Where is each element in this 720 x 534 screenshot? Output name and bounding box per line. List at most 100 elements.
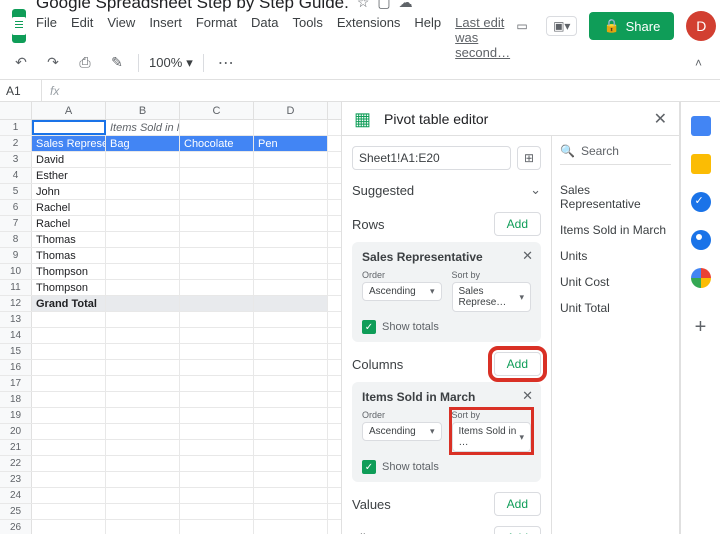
meet-button[interactable]: ▣▾ [546, 16, 577, 36]
cell[interactable] [180, 344, 254, 359]
cell[interactable] [106, 408, 180, 423]
cell[interactable]: David [32, 152, 106, 167]
row-header[interactable]: 17 [0, 376, 32, 391]
cell[interactable] [254, 152, 328, 167]
rows-order-select[interactable]: Ascending▾ [362, 282, 442, 301]
cell[interactable] [180, 152, 254, 167]
row-header[interactable]: 21 [0, 440, 32, 455]
add-filters-button[interactable]: Add [494, 526, 541, 534]
cell[interactable]: Rachel [32, 216, 106, 231]
field-item[interactable]: Items Sold in March [560, 217, 671, 243]
collapse-toolbar-icon[interactable]: ˄ [695, 56, 702, 70]
menu-tools[interactable]: Tools [292, 15, 322, 60]
cell[interactable] [106, 440, 180, 455]
cell[interactable] [254, 488, 328, 503]
cell[interactable] [106, 456, 180, 471]
cell[interactable]: Pen [254, 136, 328, 151]
cell[interactable] [254, 408, 328, 423]
comments-icon[interactable]: ▭ [510, 14, 534, 38]
account-avatar[interactable]: D [686, 11, 716, 41]
print-icon[interactable]: ⎙ [74, 52, 96, 74]
rows-sortby-select[interactable]: Sales Represe…▾ [452, 282, 532, 312]
show-totals-checkbox[interactable]: ✓ [362, 320, 376, 334]
cell[interactable] [180, 408, 254, 423]
remove-field-icon[interactable]: ✕ [522, 388, 533, 404]
add-columns-button[interactable]: Add [494, 352, 541, 376]
columns-sortby-select[interactable]: Items Sold in …▾ [452, 422, 532, 452]
cloud-icon[interactable]: ☁ [399, 0, 413, 11]
row-header[interactable]: 20 [0, 424, 32, 439]
cell[interactable] [180, 376, 254, 391]
menu-help[interactable]: Help [414, 15, 441, 60]
cell[interactable] [180, 360, 254, 375]
menu-insert[interactable]: Insert [149, 15, 182, 60]
cell[interactable] [32, 488, 106, 503]
tasks-icon[interactable] [691, 192, 711, 212]
cell[interactable] [32, 504, 106, 519]
cell[interactable] [180, 248, 254, 263]
cell[interactable] [254, 424, 328, 439]
toolbar-more-icon[interactable]: ⋯ [218, 53, 234, 73]
cell[interactable] [254, 120, 328, 135]
row-header[interactable]: 16 [0, 360, 32, 375]
cell[interactable] [180, 216, 254, 231]
row-header[interactable]: 4 [0, 168, 32, 183]
cell[interactable] [106, 504, 180, 519]
cell[interactable] [32, 408, 106, 423]
menu-data[interactable]: Data [251, 15, 278, 60]
cell[interactable] [106, 424, 180, 439]
move-icon[interactable]: ▢ [377, 0, 390, 11]
row-header[interactable]: 7 [0, 216, 32, 231]
row-header[interactable]: 8 [0, 232, 32, 247]
row-header[interactable]: 26 [0, 520, 32, 534]
cell[interactable] [180, 296, 254, 311]
data-range-input[interactable]: Sheet1!A1:E20 [352, 146, 511, 170]
row-header[interactable]: 9 [0, 248, 32, 263]
cell[interactable] [254, 376, 328, 391]
row-header[interactable]: 14 [0, 328, 32, 343]
cell[interactable] [32, 520, 106, 534]
redo-icon[interactable]: ↷ [42, 52, 64, 74]
field-item[interactable]: Unit Cost [560, 269, 671, 295]
cell[interactable]: Sales Representa [32, 136, 106, 151]
contacts-icon[interactable] [691, 230, 711, 250]
cell[interactable] [180, 312, 254, 327]
field-item[interactable]: Units [560, 243, 671, 269]
cell[interactable] [32, 456, 106, 471]
calendar-icon[interactable] [691, 116, 711, 136]
cell[interactable] [254, 392, 328, 407]
cell[interactable] [32, 392, 106, 407]
keep-icon[interactable] [691, 154, 711, 174]
cell[interactable] [106, 232, 180, 247]
cell[interactable] [106, 392, 180, 407]
star-icon[interactable]: ☆ [357, 0, 370, 11]
cell[interactable] [106, 248, 180, 263]
cell[interactable] [106, 520, 180, 534]
row-header[interactable]: 15 [0, 344, 32, 359]
cell[interactable] [106, 168, 180, 183]
cell[interactable]: Thompson [32, 280, 106, 295]
cell[interactable] [254, 264, 328, 279]
cell[interactable]: Bag [106, 136, 180, 151]
row-header[interactable]: 23 [0, 472, 32, 487]
row-header[interactable]: 24 [0, 488, 32, 503]
col-header[interactable]: A [32, 102, 106, 119]
cell[interactable] [254, 168, 328, 183]
cell[interactable] [180, 264, 254, 279]
cell[interactable]: Esther [32, 168, 106, 183]
cell[interactable] [106, 152, 180, 167]
cell[interactable] [32, 472, 106, 487]
remove-field-icon[interactable]: ✕ [522, 248, 533, 264]
cell[interactable] [106, 472, 180, 487]
cell[interactable] [180, 440, 254, 455]
cell[interactable]: Thomas [32, 248, 106, 263]
zoom-select[interactable]: 100%▾ [149, 55, 193, 71]
cell[interactable] [180, 280, 254, 295]
maps-icon[interactable] [691, 268, 711, 288]
show-totals-checkbox[interactable]: ✓ [362, 460, 376, 474]
columns-order-select[interactable]: Ascending▾ [362, 422, 442, 441]
cell[interactable]: Chocolate [180, 136, 254, 151]
cell[interactable] [254, 520, 328, 534]
cell[interactable] [32, 360, 106, 375]
cell[interactable] [254, 472, 328, 487]
